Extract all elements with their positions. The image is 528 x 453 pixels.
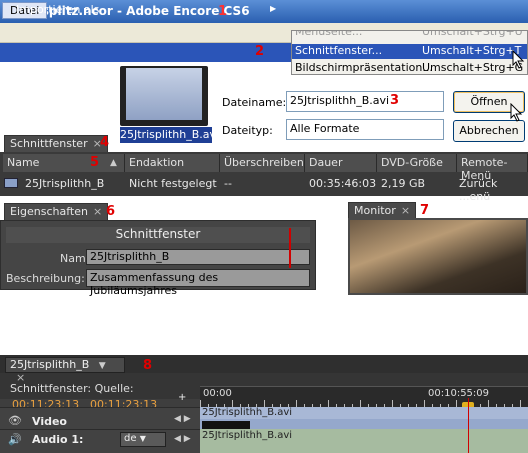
video-thumbnail[interactable] — [126, 68, 202, 120]
monitor-preview-image — [350, 220, 526, 293]
tab-schnittfenster[interactable]: Schnittfenster × — [4, 135, 108, 152]
flyout-menu: Menüseite... Umschalt+Strg+U Schnittfens… — [291, 30, 528, 75]
timeline-source-label: Schnittfenster: Quelle: — [10, 382, 134, 395]
callout-marker-3: 3 — [390, 93, 400, 108]
flyout-item-schnittfenster[interactable]: Schnittfenster... Umschalt+Strg+T — [292, 44, 527, 59]
tab-eigenschaften[interactable]: Eigenschaften × — [4, 203, 109, 220]
flyout-item-bildschirm[interactable]: Bildschirmpräsentation... Umschalt+Strg+… — [292, 61, 527, 74]
filetype-select[interactable]: Alle Formate — [286, 119, 444, 140]
menu-item-importieren-label: Importieren als — [16, 3, 100, 16]
playhead-line — [468, 398, 469, 453]
description-input[interactable]: Zusammenfassung des Jubiläumsjahres — [86, 269, 310, 297]
callout-marker-6: 6 — [106, 204, 116, 219]
thumbnail-caption: 25Jtrisplithh_B.avi — [120, 127, 220, 143]
column-name[interactable]: Name — [3, 154, 125, 172]
mouse-cursor-icon-2 — [510, 103, 523, 122]
callout-marker-5: 5 — [90, 155, 100, 170]
row-endaktion: Nicht festgelegt — [129, 177, 217, 190]
audio-track-header — [0, 429, 200, 453]
tab-monitor[interactable]: Monitor × — [348, 202, 417, 219]
ruler-start-label: 00:00 — [203, 388, 232, 399]
filename-label: Dateiname: — [222, 96, 287, 109]
eye-icon[interactable]: 👁 — [8, 414, 22, 427]
video-track-label: Video — [32, 415, 67, 428]
tab-timeline[interactable]: 25Jtrisplithh_B ▼ × — [5, 357, 125, 384]
menu-item-importieren[interactable] — [0, 43, 291, 62]
speaker-icon[interactable]: 🔊 — [8, 433, 22, 446]
mouse-cursor-icon — [512, 50, 525, 69]
callout-marker-8: 8 — [143, 358, 153, 373]
audio-clip[interactable]: 25Jtrisplithh_B.avi — [200, 429, 528, 453]
dropdown-icon: ▼ — [139, 434, 146, 443]
flyout-item-menueseite[interactable]: Menüseite... Umschalt+Strg+U — [292, 31, 527, 40]
audio-language-select[interactable]: de ▼ — [120, 432, 166, 447]
properties-header: Schnittfenster — [6, 227, 310, 243]
callout-arrow — [289, 228, 291, 268]
name-input[interactable]: 25Jtrisplithh_B — [86, 249, 310, 265]
timeline-icon — [4, 178, 18, 188]
description-label: Beschreibung: — [6, 272, 85, 285]
column-dvd-groesse[interactable]: DVD-Größe — [377, 154, 457, 172]
close-icon[interactable]: × — [401, 204, 410, 217]
track-nav-icon[interactable]: ◀ ▶ — [174, 434, 191, 444]
add-marker-icon[interactable]: + — [178, 392, 186, 403]
row-remote-menue: Zurück ...enü — [459, 177, 498, 203]
sort-arrow-icon: ▲ — [110, 158, 117, 168]
audio-track-label: Audio 1: — [32, 433, 84, 446]
column-ueberschreiben[interactable]: Überschreiben — [220, 154, 305, 172]
track-nav-icon[interactable]: ◀ ▶ — [174, 414, 191, 424]
submenu-arrow-icon: ▶ — [270, 4, 277, 13]
dropdown-icon[interactable]: ▼ — [99, 361, 106, 371]
column-endaktion[interactable]: Endaktion — [125, 154, 220, 172]
row-dvd-groesse: 2,19 GB — [381, 177, 426, 190]
column-remote-menue[interactable]: Remote-Menü — [457, 154, 528, 182]
row-dauer: 00:35:46:03 — [309, 177, 377, 190]
callout-marker-2: 2 — [255, 44, 265, 59]
filename-input[interactable]: 25Jtrisplithh_B.avi — [286, 91, 444, 112]
callout-marker-4: 4 — [100, 135, 110, 150]
cancel-button[interactable]: Abbrechen — [453, 120, 525, 142]
row-ueberschreiben: -- — [224, 177, 232, 190]
column-dauer[interactable]: Dauer — [305, 154, 377, 172]
filetype-label: Dateityp: — [222, 124, 273, 137]
row-name[interactable]: 25Jtrisplithh_B — [25, 177, 104, 190]
ruler-mid-label: 00:10:55:09 — [428, 388, 490, 399]
video-clip[interactable]: 25Jtrisplithh_B.avi — [200, 407, 528, 419]
callout-marker-7: 7 — [420, 203, 430, 218]
callout-marker-1: 1 — [218, 4, 228, 19]
close-icon[interactable]: × — [93, 205, 102, 218]
